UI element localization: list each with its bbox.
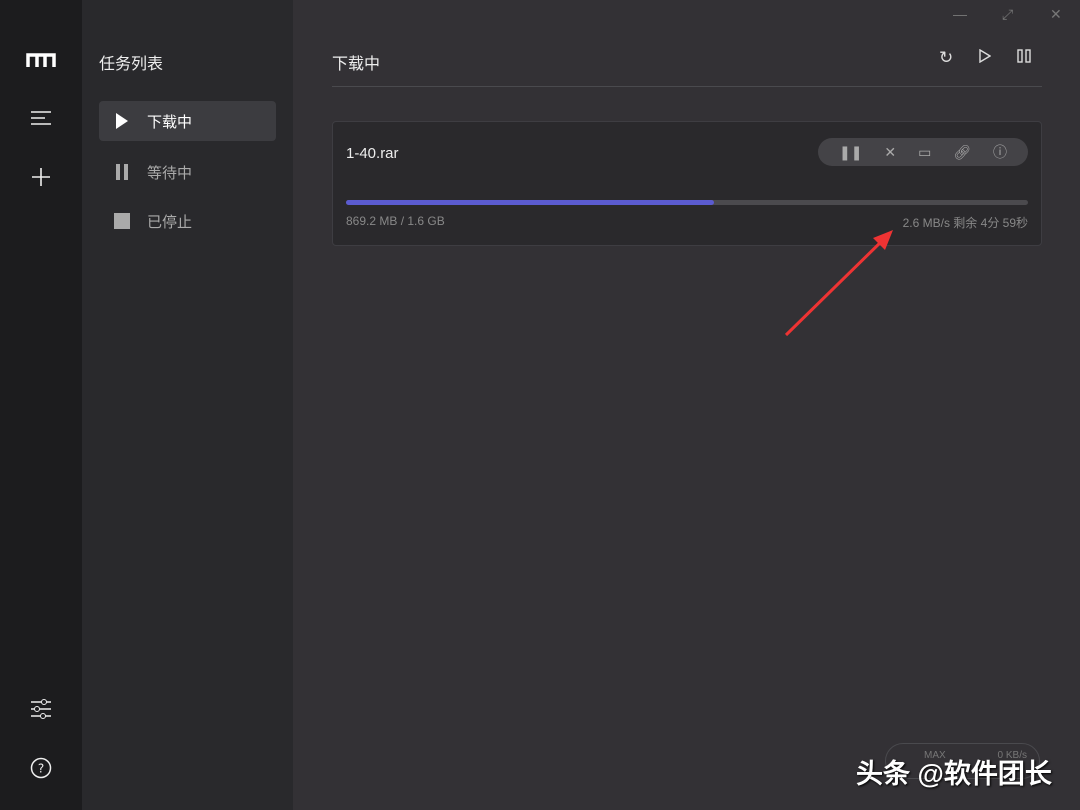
- progress-fill: [346, 200, 714, 205]
- add-task-icon[interactable]: [24, 162, 58, 192]
- delete-task-button[interactable]: ✕: [884, 144, 896, 161]
- watermark: 头条 @软件团长: [856, 752, 1052, 791]
- sidebar-title: 任务列表: [99, 50, 163, 74]
- pause-icon: [113, 164, 131, 180]
- minimize-button[interactable]: —: [953, 6, 967, 22]
- pause-task-button[interactable]: ❚❚: [839, 144, 862, 161]
- sidebar-item-label: 已停止: [147, 211, 192, 232]
- task-actions: ❚❚ ✕ ▭ 🔗︎ ⓘ: [818, 138, 1028, 166]
- divider: [332, 86, 1042, 87]
- refresh-button[interactable]: ↻: [939, 48, 953, 68]
- task-info-button[interactable]: ⓘ: [993, 142, 1007, 162]
- task-speed: 2.6 MB/s 剩余 4分 59秒: [903, 214, 1028, 231]
- settings-icon[interactable]: [24, 694, 58, 724]
- svg-text:?: ?: [38, 762, 44, 776]
- sidebar-item-waiting[interactable]: 等待中: [99, 152, 276, 192]
- task-sidebar: 任务列表 下载中 等待中 已停止: [82, 0, 293, 810]
- help-icon[interactable]: ?: [24, 753, 58, 783]
- app-rail: ?: [0, 0, 82, 810]
- red-arrow-annotation: [781, 225, 901, 340]
- main-panel: — ⤢ ✕ 下载中 ↻ 1-40.rar ❚❚ ✕ ▭ 🔗︎ ⓘ 869.2 M…: [293, 0, 1080, 810]
- task-size: 869.2 MB / 1.6 GB: [346, 214, 445, 228]
- page-title: 下载中: [332, 50, 380, 74]
- stop-icon: [113, 213, 131, 229]
- play-icon: [113, 113, 131, 129]
- progress-bar: [346, 200, 1028, 205]
- logo-icon: [24, 45, 58, 75]
- open-folder-button[interactable]: ▭: [918, 144, 931, 161]
- start-all-button[interactable]: [979, 48, 991, 68]
- task-filename: 1-40.rar: [346, 145, 399, 162]
- sidebar-item-label: 等待中: [147, 162, 192, 183]
- copy-link-button[interactable]: 🔗︎: [953, 144, 971, 161]
- sidebar-item-label: 下载中: [147, 111, 192, 132]
- task-card[interactable]: 1-40.rar ❚❚ ✕ ▭ 🔗︎ ⓘ 869.2 MB / 1.6 GB 2…: [332, 121, 1042, 246]
- close-window-button[interactable]: ✕: [1050, 6, 1062, 23]
- maximize-button[interactable]: ⤢: [1002, 6, 1013, 23]
- sidebar-item-stopped[interactable]: 已停止: [99, 201, 276, 241]
- sidebar-item-downloading[interactable]: 下载中: [99, 101, 276, 141]
- menu-icon[interactable]: [24, 103, 58, 133]
- pause-all-button[interactable]: [1017, 48, 1031, 68]
